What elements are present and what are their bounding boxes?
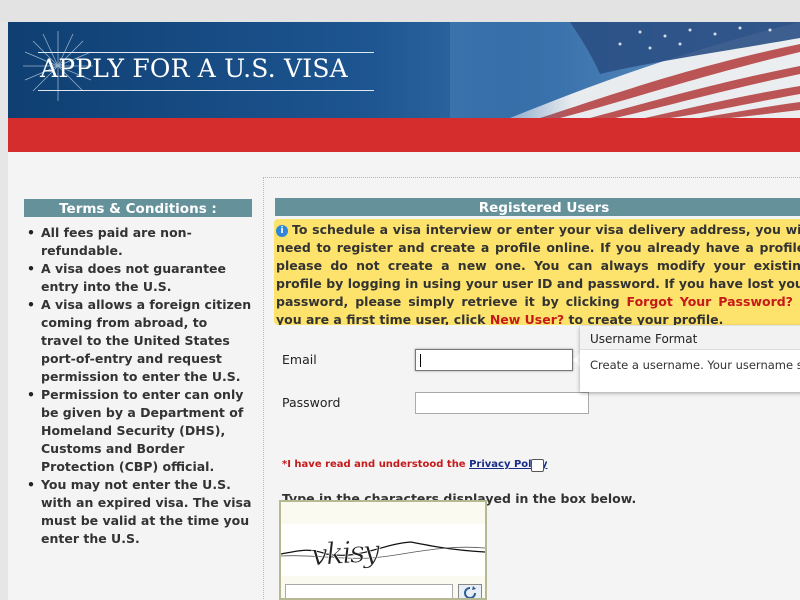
- us-flag-graphic: [450, 22, 800, 118]
- browser-top-strip: [0, 0, 800, 22]
- info-notice: i To schedule a visa interview or enter y…: [274, 219, 800, 325]
- terms-item: A visa does not guarantee entry into the…: [23, 260, 253, 296]
- terms-list: All fees paid are non-refundable. A visa…: [23, 224, 253, 548]
- terms-item: You may not enter the U.S. with an expir…: [23, 476, 253, 548]
- info-text: to create your profile.: [564, 312, 724, 325]
- page: APPLY FOR A U.S. VISA Terms & Conditions…: [8, 22, 800, 600]
- captcha-input[interactable]: [285, 584, 453, 598]
- terms-item: All fees paid are non-refundable.: [23, 224, 253, 260]
- header-banner: APPLY FOR A U.S. VISA: [8, 22, 800, 118]
- captcha-image-text: vkisy: [310, 534, 382, 574]
- terms-panel: Terms & Conditions : All fees paid are n…: [23, 198, 253, 548]
- refresh-icon: [464, 586, 476, 598]
- email-field[interactable]: [415, 349, 573, 371]
- terms-item: A visa allows a foreign citizen coming f…: [23, 296, 253, 386]
- password-label: Password: [282, 395, 341, 410]
- tooltip-arrow: [573, 353, 580, 367]
- privacy-checkbox[interactable]: [531, 459, 544, 472]
- new-user-link[interactable]: New User?: [490, 312, 564, 325]
- captcha-refresh-button[interactable]: [458, 584, 482, 598]
- privacy-consent: *I have read and understood the Privacy …: [282, 459, 547, 470]
- email-label: Email: [282, 352, 317, 367]
- registered-users-header: Registered Users: [274, 197, 800, 217]
- title-rule-bottom: [38, 90, 374, 91]
- red-navigation-bar: [8, 118, 800, 152]
- content-top-border: [263, 177, 800, 178]
- privacy-consent-text: *I have read and understood the: [282, 459, 470, 470]
- forgot-password-link[interactable]: Forgot Your Password?: [627, 294, 793, 309]
- tooltip-body: Create a username. Your username should …: [590, 358, 800, 372]
- registered-users-panel: Registered Users i To schedule a visa int…: [274, 197, 800, 325]
- terms-header: Terms & Conditions :: [23, 198, 253, 218]
- password-field[interactable]: [415, 392, 589, 414]
- tooltip-title: Username Format: [580, 326, 800, 350]
- info-icon: i: [276, 225, 288, 237]
- banner-title: APPLY FOR A U.S. VISA: [40, 54, 348, 83]
- captcha-container: vkisy: [279, 500, 487, 600]
- column-divider: [263, 177, 264, 600]
- captcha-image: vkisy: [281, 524, 485, 576]
- username-format-tooltip: Username Format Create a username. Your …: [580, 326, 800, 392]
- title-rule-top: [38, 52, 374, 53]
- terms-item: Permission to enter can only be given by…: [23, 386, 253, 476]
- text-cursor: [420, 354, 421, 367]
